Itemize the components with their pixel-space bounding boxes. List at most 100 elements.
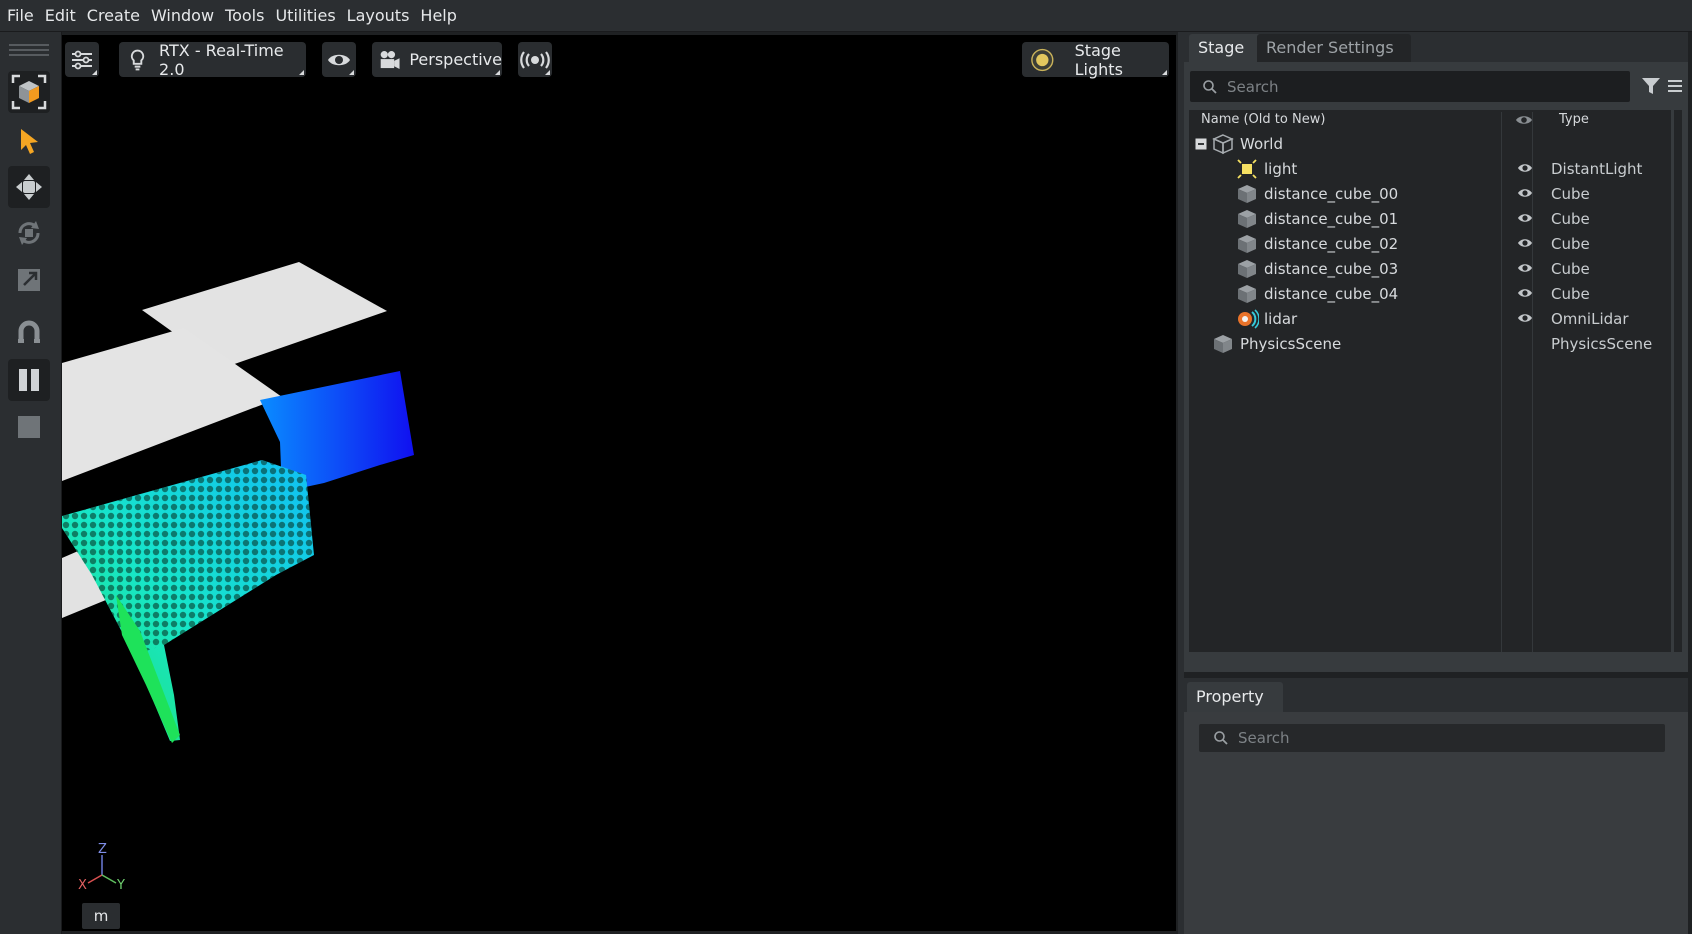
tree-label: light bbox=[1264, 160, 1298, 178]
search-icon bbox=[1214, 731, 1228, 745]
eye-icon[interactable] bbox=[1517, 162, 1533, 174]
left-toolbar bbox=[0, 32, 62, 934]
snap-magnet-button[interactable] bbox=[8, 312, 50, 354]
tree-label: distance_cube_00 bbox=[1264, 185, 1399, 203]
scene-render[interactable] bbox=[62, 35, 1176, 931]
viewport[interactable]: RTX - Real-Time 2.0 Perspective Stage Li… bbox=[62, 35, 1176, 931]
sensor-button[interactable] bbox=[518, 42, 552, 77]
stage-search-input[interactable]: Search bbox=[1190, 71, 1630, 102]
eye-icon bbox=[328, 54, 350, 65]
hamburger-menu-icon[interactable] bbox=[1666, 77, 1684, 95]
filter-icon[interactable] bbox=[1640, 75, 1662, 97]
menu-edit[interactable]: Edit bbox=[41, 0, 80, 31]
scale-tool-button[interactable] bbox=[8, 259, 50, 301]
tab-render-settings[interactable]: Render Settings bbox=[1257, 34, 1411, 62]
eye-icon[interactable] bbox=[1517, 262, 1533, 274]
menu-layouts[interactable]: Layouts bbox=[343, 0, 414, 31]
menu-tools[interactable]: Tools bbox=[221, 0, 268, 31]
tree-row-distance-cube-04[interactable]: distance_cube_04 Cube bbox=[1189, 282, 1671, 307]
camera-label: Perspective bbox=[409, 50, 502, 69]
stage-lights-label: Stage Lights bbox=[1074, 40, 1123, 79]
tree-label: distance_cube_02 bbox=[1264, 235, 1399, 253]
eye-icon[interactable] bbox=[1517, 312, 1533, 324]
eye-icon[interactable] bbox=[1517, 287, 1533, 299]
magnet-icon bbox=[18, 320, 40, 343]
unit-button[interactable]: m bbox=[82, 903, 120, 929]
eye-icon[interactable] bbox=[1517, 187, 1533, 199]
xform-icon bbox=[1212, 134, 1234, 155]
tree-label: distance_cube_04 bbox=[1264, 285, 1399, 303]
tree-type: OmniLidar bbox=[1551, 310, 1629, 328]
property-body: Search bbox=[1184, 712, 1688, 934]
cube-icon bbox=[1238, 285, 1256, 303]
move-icon bbox=[16, 174, 42, 200]
lightbulb-icon bbox=[130, 49, 145, 70]
lidar-point-texture bbox=[62, 460, 314, 655]
dropdown-corner bbox=[349, 70, 354, 75]
lidar-icon bbox=[1238, 309, 1259, 329]
dropdown-corner bbox=[92, 70, 97, 75]
tree-type: Cube bbox=[1551, 210, 1590, 228]
light-icon bbox=[1237, 159, 1257, 179]
sun-icon bbox=[1031, 48, 1054, 71]
physics-scene-icon bbox=[1214, 335, 1232, 353]
tree-row-world[interactable]: World bbox=[1189, 132, 1671, 157]
tree-row-distance-cube-02[interactable]: distance_cube_02 Cube bbox=[1189, 232, 1671, 257]
tree-row-distance-cube-03[interactable]: distance_cube_03 Cube bbox=[1189, 257, 1671, 282]
select-tool-button[interactable] bbox=[8, 120, 50, 162]
axis-y-label: Y bbox=[116, 878, 125, 893]
tree-row-physics-scene[interactable]: PhysicsScene PhysicsScene bbox=[1189, 332, 1671, 357]
menu-file[interactable]: File bbox=[3, 0, 38, 31]
menu-help[interactable]: Help bbox=[416, 0, 460, 31]
tree-type: PhysicsScene bbox=[1551, 335, 1653, 353]
eye-icon[interactable] bbox=[1517, 237, 1533, 249]
column-type-header[interactable]: Type bbox=[1559, 112, 1589, 127]
visibility-button[interactable] bbox=[322, 42, 356, 77]
tree-type: DistantLight bbox=[1551, 160, 1643, 178]
tree-row-lidar[interactable]: lidar OmniLidar bbox=[1189, 307, 1671, 332]
visibility-column-icon[interactable] bbox=[1515, 114, 1533, 126]
axis-z-label: Z bbox=[98, 842, 107, 857]
menu-bar: File Edit Create Window Tools Utilities … bbox=[0, 0, 1692, 32]
dropdown-corner bbox=[1162, 70, 1167, 75]
camera-dropdown[interactable]: Perspective bbox=[372, 42, 502, 77]
pause-button[interactable] bbox=[8, 359, 50, 401]
scale-icon bbox=[18, 269, 40, 291]
cube-icon bbox=[1238, 235, 1256, 253]
stage-search-placeholder: Search bbox=[1227, 77, 1279, 96]
menu-window[interactable]: Window bbox=[147, 0, 218, 31]
tree-label: PhysicsScene bbox=[1240, 335, 1342, 353]
tab-property[interactable]: Property bbox=[1187, 682, 1283, 712]
stage-tabbar: Stage Render Settings bbox=[1184, 32, 1688, 62]
dropdown-corner bbox=[545, 70, 550, 75]
stop-button[interactable] bbox=[8, 406, 50, 448]
move-tool-button[interactable] bbox=[8, 166, 50, 208]
cube-icon bbox=[1238, 260, 1256, 278]
cube-icon bbox=[1238, 210, 1256, 228]
toolbar-grip[interactable] bbox=[9, 44, 49, 46]
renderer-dropdown[interactable]: RTX - Real-Time 2.0 bbox=[119, 40, 306, 79]
tab-stage[interactable]: Stage bbox=[1189, 34, 1265, 62]
tree-row-light[interactable]: light DistantLight bbox=[1189, 157, 1671, 182]
eye-icon[interactable] bbox=[1517, 212, 1533, 224]
stage-scrollbar[interactable] bbox=[1674, 110, 1682, 652]
tree-type: Cube bbox=[1551, 285, 1590, 303]
cube-icon bbox=[1238, 185, 1256, 203]
collapse-icon[interactable] bbox=[1195, 138, 1207, 150]
menu-create[interactable]: Create bbox=[83, 0, 144, 31]
tree-type: Cube bbox=[1551, 235, 1590, 253]
tree-label: distance_cube_01 bbox=[1264, 210, 1399, 228]
tree-row-distance-cube-00[interactable]: distance_cube_00 Cube bbox=[1189, 182, 1671, 207]
viewport-settings-button[interactable] bbox=[65, 42, 99, 77]
axis-x-label: X bbox=[78, 878, 87, 893]
column-name-header[interactable]: Name (Old to New) bbox=[1201, 112, 1325, 127]
rotate-tool-button[interactable] bbox=[8, 212, 50, 254]
tree-row-distance-cube-01[interactable]: distance_cube_01 Cube bbox=[1189, 207, 1671, 232]
menu-utilities[interactable]: Utilities bbox=[271, 0, 339, 31]
stage-lights-dropdown[interactable]: Stage Lights bbox=[1022, 40, 1169, 79]
toolbar-grip-line bbox=[9, 49, 49, 51]
snap-cube-button[interactable] bbox=[8, 71, 50, 113]
property-search-input[interactable]: Search bbox=[1199, 724, 1665, 752]
renderer-label: RTX - Real-Time 2.0 bbox=[159, 40, 284, 79]
snap-cube-icon bbox=[11, 74, 47, 110]
